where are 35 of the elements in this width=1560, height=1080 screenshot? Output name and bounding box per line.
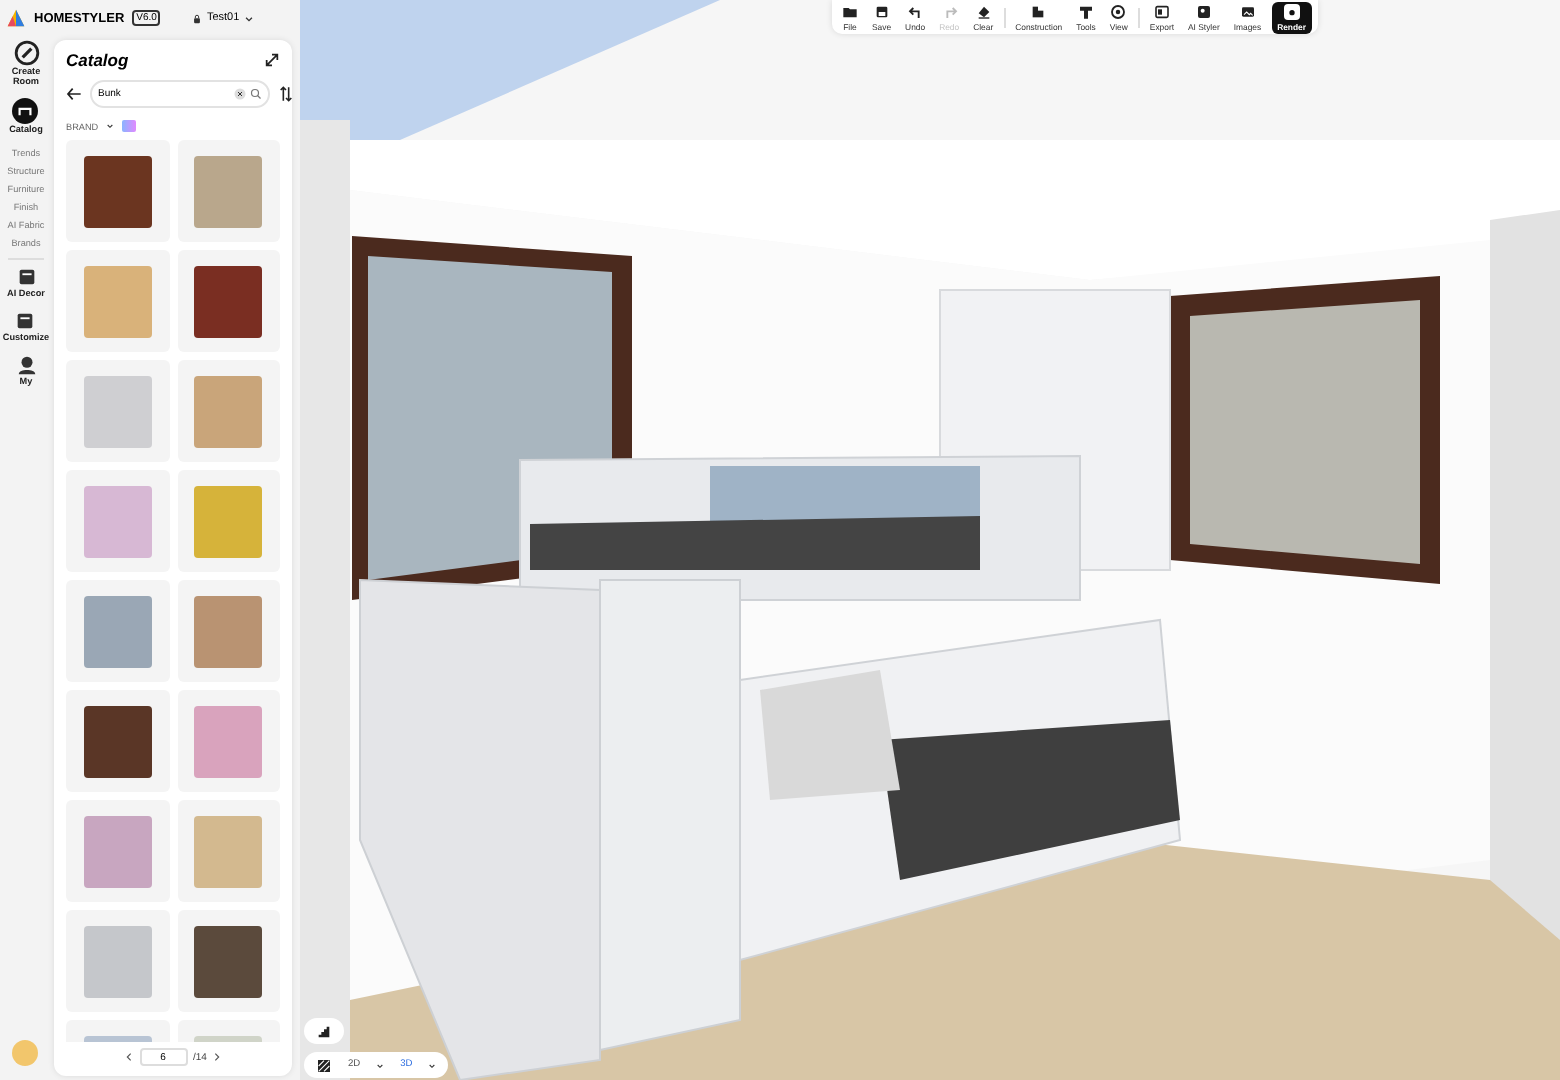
stairs-icon [316, 1023, 332, 1039]
sort-icon [278, 86, 294, 102]
product-card[interactable] [177, 910, 280, 1012]
next-page-icon[interactable] [212, 1052, 223, 1062]
back-button[interactable] [66, 86, 82, 102]
caret-icon [243, 13, 254, 23]
logo-icon [6, 8, 26, 28]
clear-icon [234, 88, 246, 100]
product-card[interactable] [66, 140, 169, 242]
previous-page-icon[interactable] [123, 1052, 134, 1062]
lock-icon [192, 13, 203, 23]
caret-icon [106, 122, 115, 130]
eye-icon [1110, 3, 1127, 19]
expand-button[interactable] [264, 52, 280, 68]
back-arrow-icon [66, 86, 82, 102]
folder-icon [842, 3, 858, 19]
caret-icon [376, 1061, 385, 1069]
eraser-icon [975, 3, 992, 19]
search-icon [250, 88, 262, 100]
export-icon [1153, 3, 1170, 19]
tools-icon [1078, 3, 1094, 19]
hatch-icon [316, 1057, 332, 1073]
color-filter-icon[interactable] [122, 120, 137, 132]
layout-button[interactable] [304, 1018, 344, 1044]
panel-title: Catalog [66, 50, 129, 70]
expand-icon [264, 52, 280, 68]
blocks-icon [1030, 3, 1047, 19]
caret-icon [428, 1061, 437, 1069]
product-card[interactable] [66, 690, 169, 792]
person-icon [15, 354, 37, 377]
redo-icon [941, 3, 958, 19]
sort-button[interactable] [278, 86, 294, 102]
floor-view-button[interactable] [316, 1057, 332, 1073]
undo-icon [907, 3, 924, 19]
product-card[interactable] [177, 250, 280, 352]
